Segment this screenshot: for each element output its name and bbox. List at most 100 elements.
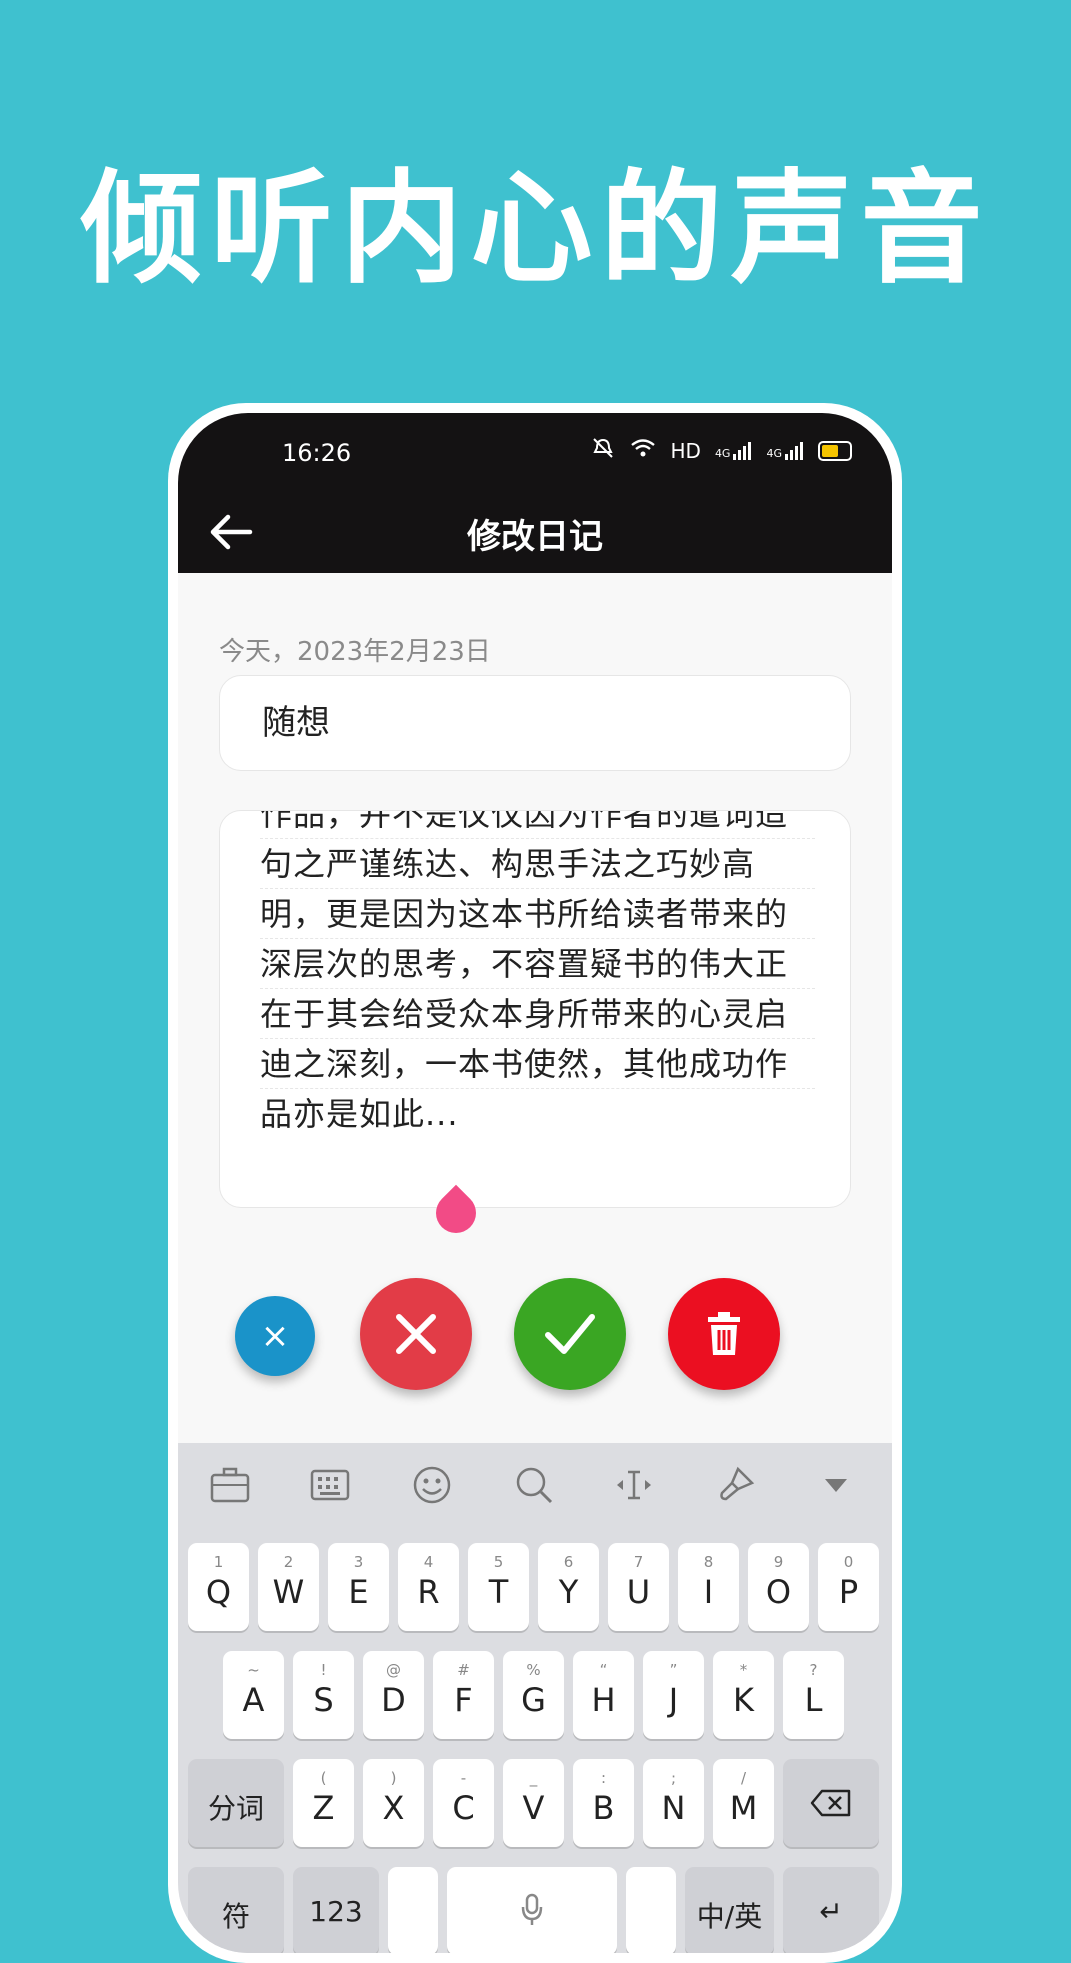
body-line: 品亦是如此...	[260, 1095, 459, 1133]
key-m[interactable]: / M	[713, 1759, 774, 1847]
mute-icon	[590, 437, 616, 464]
key-label: 符	[221, 1900, 250, 1933]
save-button[interactable]	[514, 1278, 626, 1390]
language-switch-key[interactable]: 中/英	[685, 1867, 774, 1953]
key-label: X	[382, 1789, 405, 1827]
key-h[interactable]: “H	[573, 1651, 634, 1739]
key-sub: _	[529, 1769, 538, 1787]
key-k[interactable]: * K	[713, 1651, 774, 1739]
key-sub: 1	[213, 1553, 224, 1571]
key-a[interactable]: ~ A	[223, 1651, 284, 1739]
period-key[interactable]	[626, 1867, 676, 1953]
key-label: 分词	[207, 1792, 264, 1825]
battery-icon	[818, 440, 852, 461]
check-icon	[545, 1314, 595, 1354]
key-r[interactable]: 4R	[398, 1543, 459, 1631]
key-w[interactable]: 2W	[258, 1543, 319, 1631]
key-f[interactable]: # F	[433, 1651, 494, 1739]
emoji-icon[interactable]	[410, 1463, 454, 1507]
collapse-keyboard-icon[interactable]	[814, 1463, 858, 1507]
cancel-button[interactable]	[360, 1278, 472, 1390]
key-label: Q	[205, 1573, 232, 1611]
key-q[interactable]: 1Q	[188, 1543, 249, 1631]
status-time: 16:26	[282, 439, 352, 467]
trash-icon	[708, 1312, 740, 1355]
key-d[interactable]: @ D	[363, 1651, 424, 1739]
key-g[interactable]: % G	[503, 1651, 564, 1739]
clear-text-button[interactable]: ×	[235, 1296, 315, 1376]
key-sub: *	[739, 1661, 748, 1679]
skin-brush-icon[interactable]	[714, 1463, 758, 1507]
key-n[interactable]: ; N	[643, 1759, 704, 1847]
space-key[interactable]	[447, 1867, 617, 1953]
key-j[interactable]: ” J	[643, 1651, 704, 1739]
backspace-key[interactable]	[783, 1759, 879, 1847]
cursor-move-icon[interactable]	[612, 1463, 656, 1507]
key-o[interactable]: 9O	[748, 1543, 809, 1631]
status-icons: HD 4G 4G	[590, 437, 852, 464]
key-label: S	[313, 1681, 334, 1719]
enter-symbol: ↵	[819, 1895, 843, 1928]
search-icon[interactable]	[512, 1463, 556, 1507]
key-sub: )	[390, 1769, 397, 1787]
key-sub: 4	[423, 1553, 434, 1571]
key-l[interactable]: ? L	[783, 1651, 844, 1739]
key-label: I	[703, 1573, 714, 1611]
key-c[interactable]: -C	[433, 1759, 494, 1847]
signal-label-1: 4G	[714, 446, 731, 460]
key-sub: #	[457, 1661, 470, 1679]
key-y[interactable]: 6Y	[538, 1543, 599, 1631]
key-label: F	[454, 1681, 473, 1719]
segment-key[interactable]: 分词	[188, 1759, 284, 1847]
key-sub: 7	[633, 1553, 644, 1571]
diary-title-input[interactable]	[260, 698, 824, 740]
delete-button[interactable]	[668, 1278, 780, 1390]
key-label: H	[591, 1681, 616, 1719]
key-e[interactable]: 3E	[328, 1543, 389, 1631]
promo-headline: 倾听内心的声音	[80, 158, 991, 300]
keyboard-icon[interactable]	[308, 1463, 352, 1507]
close-icon	[396, 1314, 436, 1354]
key-label: E	[348, 1573, 369, 1611]
enter-key[interactable]: ↵	[783, 1867, 879, 1953]
entry-date: 今天，2023年2月23日	[219, 637, 491, 667]
key-t[interactable]: 5T	[468, 1543, 529, 1631]
key-label: 中/英	[696, 1900, 763, 1933]
body-line: 在于其会给受众本身所带来的心灵启	[260, 989, 815, 1039]
key-sub: !	[320, 1661, 327, 1679]
signal-icon-2: 4G	[766, 441, 804, 460]
key-label: T	[488, 1573, 509, 1611]
diary-body-field[interactable]: 作品，并不是仅仅因为作者的遣词造 句之严谨练达、构思手法之巧妙高 明，更是因为这…	[219, 810, 851, 1208]
key-i[interactable]: 8I	[678, 1543, 739, 1631]
key-sub: @	[386, 1661, 401, 1679]
key-label: D	[381, 1681, 406, 1719]
key-u[interactable]: 7U	[608, 1543, 669, 1631]
key-label: C	[452, 1789, 475, 1827]
key-label: J	[668, 1681, 679, 1719]
symbol-key[interactable]: 符	[188, 1867, 284, 1953]
key-x[interactable]: ) X	[363, 1759, 424, 1847]
toolbox-icon[interactable]	[208, 1463, 252, 1507]
key-label: L	[804, 1681, 823, 1719]
key-label: K	[733, 1681, 754, 1719]
key-sub: 5	[493, 1553, 504, 1571]
key-label: R	[417, 1573, 440, 1611]
key-v[interactable]: _ V	[503, 1759, 564, 1847]
key-label: U	[626, 1573, 651, 1611]
key-sub: ”	[669, 1661, 678, 1679]
key-sub: 2	[283, 1553, 294, 1571]
numbers-key[interactable]: 123	[293, 1867, 379, 1953]
key-p[interactable]: 0P	[818, 1543, 879, 1631]
soft-keyboard: 1Q 2W 3E 4R 5T 6Y 7U 8I 9O 0P ~ A ! S @ D #…	[178, 1443, 892, 1953]
key-sub: 0	[843, 1553, 854, 1571]
comma-key[interactable]	[388, 1867, 438, 1953]
key-s[interactable]: ! S	[293, 1651, 354, 1739]
key-b[interactable]: :B	[573, 1759, 634, 1847]
key-sub: ~	[247, 1661, 260, 1679]
key-label: Y	[558, 1573, 579, 1611]
key-z[interactable]: (Z	[293, 1759, 354, 1847]
key-sub: :	[600, 1769, 607, 1787]
key-sub: ?	[809, 1661, 818, 1679]
body-line: 作品，并不是仅仅因为作者的遣词造	[260, 811, 815, 839]
key-sub: “	[599, 1661, 608, 1679]
